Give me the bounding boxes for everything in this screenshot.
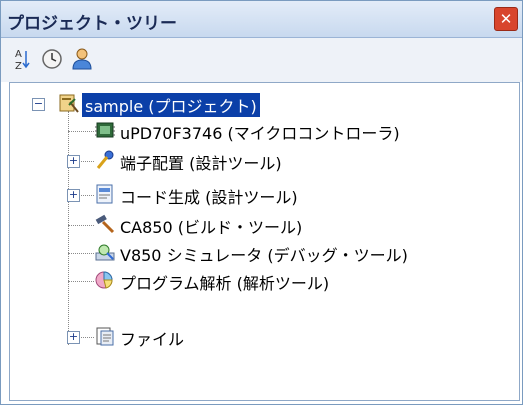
build-hammer-icon xyxy=(95,214,115,234)
tree-node-code-gen[interactable]: + コード生成 (設計ツール) xyxy=(10,182,510,208)
tree-node-analysis[interactable]: プログラム解析 (解析ツール) xyxy=(10,268,510,294)
expand-toggle[interactable]: + xyxy=(67,331,80,344)
user-icon xyxy=(72,48,92,70)
expand-toggle[interactable]: + xyxy=(67,189,80,202)
svg-text:A: A xyxy=(15,49,22,60)
collapse-toggle[interactable]: − xyxy=(32,98,45,111)
sort-button[interactable]: A Z xyxy=(9,46,35,72)
tree-node-files[interactable]: + ファイル xyxy=(10,324,510,350)
clock-icon xyxy=(42,49,62,69)
panel-titlebar: プロジェクト・ツリー ✕ xyxy=(1,1,522,38)
tree-node-pin-config[interactable]: + 端子配置 (設計ツール) xyxy=(10,148,510,174)
toolbar: A Z xyxy=(1,38,522,82)
project-icon xyxy=(59,94,79,113)
code-gen-icon xyxy=(96,184,113,204)
user-button[interactable] xyxy=(69,46,95,72)
tree-view[interactable]: − sample (プロジェクト) uPD70F3746 (マイクロコントローラ… xyxy=(9,82,520,401)
sort-az-icon: A Z xyxy=(15,49,30,72)
tree-node-simulator[interactable]: V850 シミュレータ (デバッグ・ツール) xyxy=(10,240,510,266)
pin-config-icon xyxy=(96,150,114,169)
tree-node-label: V850 シミュレータ (デバッグ・ツール) xyxy=(120,246,408,265)
simulator-icon xyxy=(95,244,115,261)
expand-toggle[interactable]: + xyxy=(67,155,80,168)
close-icon: ✕ xyxy=(499,10,513,28)
tree-root-row[interactable]: − sample (プロジェクト) xyxy=(10,91,510,118)
tree-node-label: ファイル xyxy=(120,330,185,349)
close-button[interactable]: ✕ xyxy=(494,7,518,31)
history-button[interactable] xyxy=(39,46,65,72)
tree-node-label: uPD70F3746 (マイクロコントローラ) xyxy=(120,124,400,143)
tree-node-label: コード生成 (設計ツール) xyxy=(120,188,298,207)
tree-node-label: 端子配置 (設計ツール) xyxy=(120,154,282,173)
folder-icon xyxy=(96,327,114,346)
tree-node-microcontroller[interactable]: uPD70F3746 (マイクロコントローラ) xyxy=(10,118,510,144)
tree-node-label: プログラム解析 (解析ツール) xyxy=(120,274,330,293)
tree-node-label: CA850 (ビルド・ツール) xyxy=(120,218,303,237)
project-tree-panel: プロジェクト・ツリー ✕ A Z − sample (プロジェクト) uPD70… xyxy=(0,0,523,405)
microcontroller-icon xyxy=(95,122,115,138)
svg-text:Z: Z xyxy=(15,61,22,72)
tree-root-label[interactable]: sample (プロジェクト) xyxy=(81,92,261,118)
tree-node-build-tool[interactable]: CA850 (ビルド・ツール) xyxy=(10,212,510,238)
panel-title: プロジェクト・ツリー xyxy=(7,14,177,34)
analysis-icon xyxy=(95,271,113,289)
